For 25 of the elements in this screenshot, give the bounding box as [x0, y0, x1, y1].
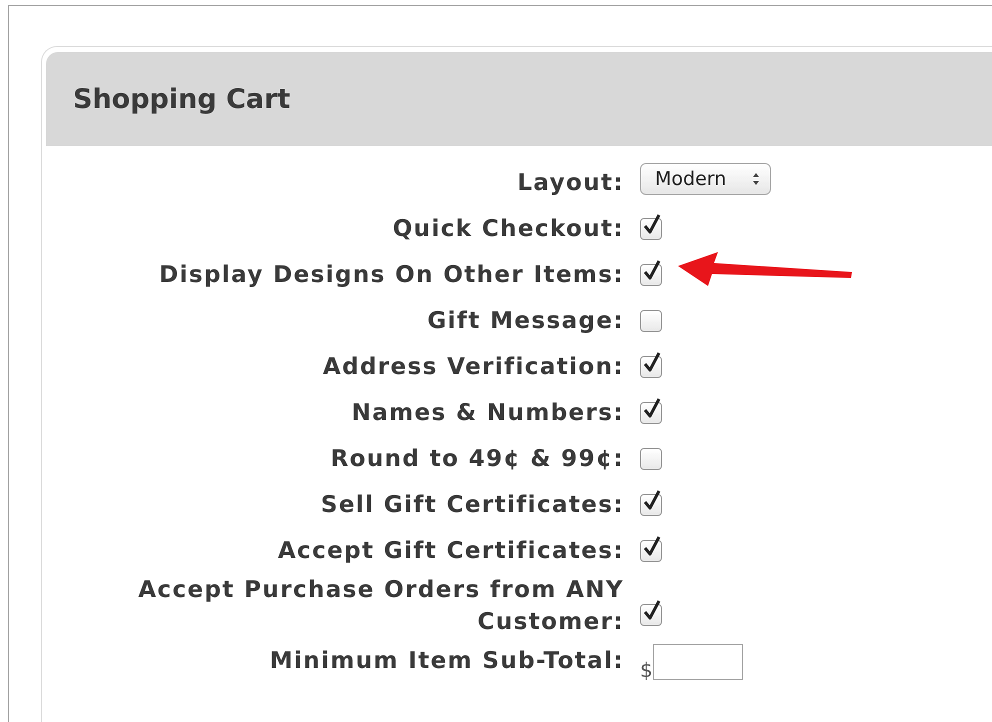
panel-title: Shopping Cart — [73, 84, 290, 114]
checkmark-icon — [642, 351, 662, 373]
field-label: Accept Gift Certificates: — [276, 537, 624, 566]
field-label: Gift Message: — [426, 307, 624, 336]
currency-symbol: $ — [640, 658, 653, 682]
layout-select[interactable]: Modern — [640, 163, 772, 195]
checkbox[interactable] — [640, 448, 662, 470]
field-label: Round to 49¢ & 99¢: — [330, 445, 624, 474]
field-label: Names & Numbers: — [350, 399, 624, 428]
checkbox[interactable] — [640, 310, 662, 332]
field-label: Layout: — [516, 169, 624, 198]
checkmark-icon — [642, 535, 662, 557]
updown-icon — [752, 172, 760, 186]
field-label: Address Verification: — [322, 353, 624, 382]
checkmark-icon — [642, 489, 662, 511]
checkmark-icon — [642, 599, 662, 621]
checkmark-icon — [642, 213, 662, 235]
amount-field[interactable] — [652, 644, 743, 680]
field-label: Quick Checkout: — [392, 215, 624, 244]
field-label: Accept Purchase Orders from ANY Customer: — [137, 576, 624, 637]
checkmark-icon — [642, 259, 662, 281]
field-label: Minimum Item Sub-Total: — [268, 647, 624, 676]
field-label: Sell Gift Certificates: — [320, 491, 624, 520]
field-label: Display Designs On Other Items: — [158, 261, 624, 290]
checkmark-icon — [642, 397, 662, 419]
